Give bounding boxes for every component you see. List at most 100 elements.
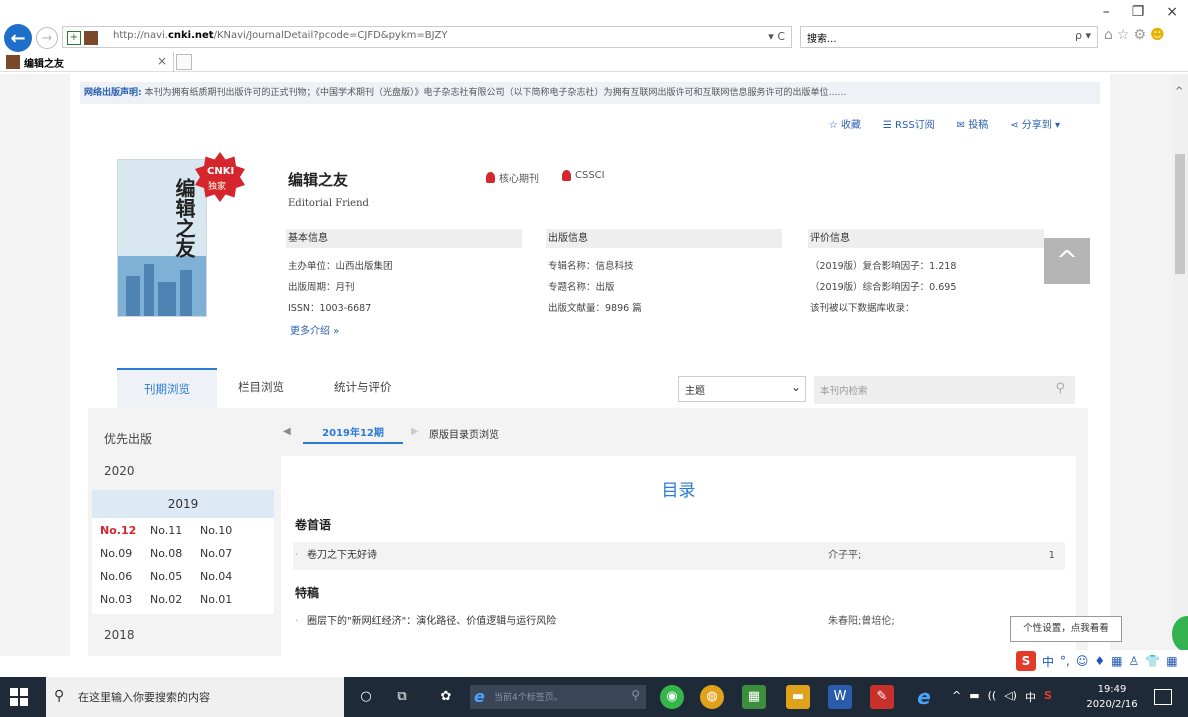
- smiley-icon[interactable]: ☻: [1150, 27, 1165, 43]
- new-tab-button[interactable]: [176, 54, 192, 70]
- page-icons: +: [67, 30, 115, 46]
- volume-icon[interactable]: ◁): [1004, 689, 1017, 705]
- toc-article-row[interactable]: · 卷刀之下无好诗 介子平; 1: [293, 542, 1065, 570]
- priority-publish-link[interactable]: 优先出版: [104, 430, 152, 447]
- word-icon[interactable]: W: [828, 685, 852, 709]
- pdf-icon[interactable]: ✎: [870, 685, 894, 709]
- forward-button[interactable]: →: [36, 27, 58, 49]
- ime-skin-icon[interactable]: 👕: [1145, 654, 1160, 668]
- cssci-tag: CSSCI: [562, 170, 605, 181]
- share-link[interactable]: ⋖ 分享到 ▾: [1010, 116, 1060, 131]
- file-explorer-icon[interactable]: ▬: [786, 685, 810, 709]
- issue-link[interactable]: No.05: [150, 570, 182, 583]
- task-view-icon[interactable]: ⧉: [390, 685, 414, 709]
- tab-issue-browse[interactable]: 刊期浏览: [117, 368, 217, 408]
- ime-emoji-icon[interactable]: ☺: [1076, 654, 1089, 668]
- current-issue-tab[interactable]: 2019年12期: [303, 424, 403, 444]
- ime-mode-icon[interactable]: 中: [1042, 653, 1054, 670]
- tab-statistics[interactable]: 统计与评价: [334, 379, 392, 395]
- minimize-button[interactable]: –: [1103, 4, 1110, 20]
- tab-close-icon[interactable]: ×: [157, 54, 167, 68]
- ime-punct-icon[interactable]: °,: [1060, 654, 1070, 668]
- sogou-logo-icon[interactable]: S: [1016, 651, 1036, 671]
- tray-expand-icon[interactable]: ^: [952, 689, 961, 705]
- browser-search-input[interactable]: 搜索...: [807, 30, 837, 45]
- favorites-star-icon[interactable]: ☆: [1117, 27, 1130, 43]
- favorite-link[interactable]: ☆ 收藏: [829, 116, 861, 131]
- ime-user-icon[interactable]: ♙: [1128, 654, 1139, 668]
- ime-keyboard-icon[interactable]: ▦: [1111, 654, 1122, 668]
- taskbar-search-box[interactable]: ⚲ 在这里输入你要搜索的内容: [46, 677, 344, 717]
- year-2019-header[interactable]: 2019: [92, 490, 274, 518]
- bullet-icon: ·: [295, 550, 299, 561]
- issue-link[interactable]: No.10: [200, 524, 232, 537]
- chrome-icon[interactable]: ◍: [700, 685, 724, 709]
- original-toc-link[interactable]: 原版目录页浏览: [429, 426, 499, 441]
- issue-link[interactable]: No.02: [150, 593, 182, 606]
- cortana-icon[interactable]: ○: [354, 685, 378, 709]
- clock-date: 2020/2/16: [1086, 699, 1138, 710]
- journal-cover[interactable]: 编辑之友: [117, 159, 207, 317]
- submit-link[interactable]: ✉ 投稿: [957, 116, 989, 131]
- sogou-tray-icon[interactable]: S: [1044, 689, 1052, 705]
- home-icon[interactable]: ⌂: [1104, 27, 1113, 43]
- url-text[interactable]: http://navi.cnki.net/KNavi/JournalDetail…: [113, 30, 448, 41]
- app-image-icon[interactable]: ▦: [742, 685, 766, 709]
- taskbar-browser-task[interactable]: e 当前4个标签页。 ⚲: [470, 685, 646, 709]
- issue-link[interactable]: No.07: [200, 547, 232, 560]
- address-bar[interactable]: + http://navi.cnki.net/KNavi/JournalDeta…: [62, 26, 792, 48]
- search-icon[interactable]: ⚲: [1055, 381, 1065, 396]
- rss-link[interactable]: ☰ RSS订阅: [883, 116, 935, 131]
- maximize-button[interactable]: ❐: [1132, 4, 1145, 20]
- article-author[interactable]: 朱春阳;曾培伦;: [828, 608, 895, 636]
- search-icon[interactable]: ρ ▾: [1075, 29, 1091, 42]
- next-issue-icon[interactable]: ▶: [411, 426, 419, 437]
- compat-view-icon[interactable]: +: [67, 31, 81, 45]
- page-content: 网络出版声明: 本刊为拥有纸质期刊出版许可的正式刊物；《中国学术期刊（光盘版）》…: [70, 74, 1110, 656]
- journal-search-input[interactable]: 本刊内检索 ⚲: [814, 376, 1075, 404]
- issue-link[interactable]: No.06: [100, 570, 132, 583]
- year-2020-link[interactable]: 2020: [104, 464, 135, 478]
- settings-gear-icon[interactable]: ⚙: [1133, 27, 1146, 43]
- notification-center-icon[interactable]: [1154, 689, 1172, 705]
- page-scrollbar[interactable]: ^: [1172, 74, 1188, 656]
- browser-tab[interactable]: 编辑之友 ×: [2, 52, 174, 72]
- issue-link[interactable]: No.11: [150, 524, 182, 537]
- app-green-icon[interactable]: ◉: [660, 685, 684, 709]
- back-to-top-button[interactable]: ^: [1044, 238, 1090, 284]
- issue-link[interactable]: No.12: [100, 524, 136, 537]
- toc-article-row[interactable]: · 圈层下的"新网红经济"：演化路径、价值逻辑与运行风险 朱春阳;曾培伦;: [293, 608, 1065, 636]
- issue-link[interactable]: No.08: [150, 547, 182, 560]
- windows-start-icon[interactable]: [10, 688, 28, 706]
- ie-icon[interactable]: e: [912, 685, 936, 709]
- info-line: 专题名称：出版: [548, 282, 615, 293]
- article-author[interactable]: 介子平;: [828, 542, 861, 570]
- prev-issue-icon[interactable]: ◀: [283, 426, 291, 437]
- search-field-select[interactable]: 主题 ⌄: [678, 376, 806, 402]
- battery-icon[interactable]: ▬: [969, 689, 979, 705]
- network-icon[interactable]: ((: [988, 689, 997, 705]
- input-lang-icon[interactable]: 中: [1025, 689, 1036, 705]
- close-button[interactable]: ×: [1166, 4, 1178, 20]
- issue-link[interactable]: No.03: [100, 593, 132, 606]
- tab-column-browse[interactable]: 栏目浏览: [238, 379, 284, 395]
- app-fan-icon[interactable]: ✿: [434, 685, 458, 709]
- issue-link[interactable]: No.09: [100, 547, 132, 560]
- address-dropdown-refresh[interactable]: ▾ C: [768, 30, 785, 43]
- badge-text: 独家: [208, 182, 227, 192]
- browser-search-box[interactable]: 搜索... ρ ▾: [800, 26, 1098, 48]
- more-intro-link[interactable]: 更多介绍 »: [290, 322, 339, 337]
- scrollbar-thumb[interactable]: [1175, 154, 1185, 274]
- issue-link[interactable]: No.04: [200, 570, 232, 583]
- ime-voice-icon[interactable]: ♦: [1094, 654, 1105, 668]
- taskbar-clock[interactable]: 19:49 2020/2/16: [1082, 682, 1142, 712]
- info-line: 专辑名称：信息科技: [548, 261, 634, 272]
- ime-toolbox-icon[interactable]: ▦: [1166, 654, 1177, 668]
- year-2018-link[interactable]: 2018: [92, 614, 274, 656]
- issue-link[interactable]: No.01: [200, 593, 232, 606]
- cover-building: [180, 270, 192, 316]
- article-title[interactable]: 圈层下的"新网红经济"：演化路径、价值逻辑与运行风险: [307, 608, 556, 636]
- back-button[interactable]: ←: [4, 24, 32, 52]
- article-title[interactable]: 卷刀之下无好诗: [307, 542, 377, 570]
- scroll-up-icon[interactable]: ^: [1175, 86, 1183, 97]
